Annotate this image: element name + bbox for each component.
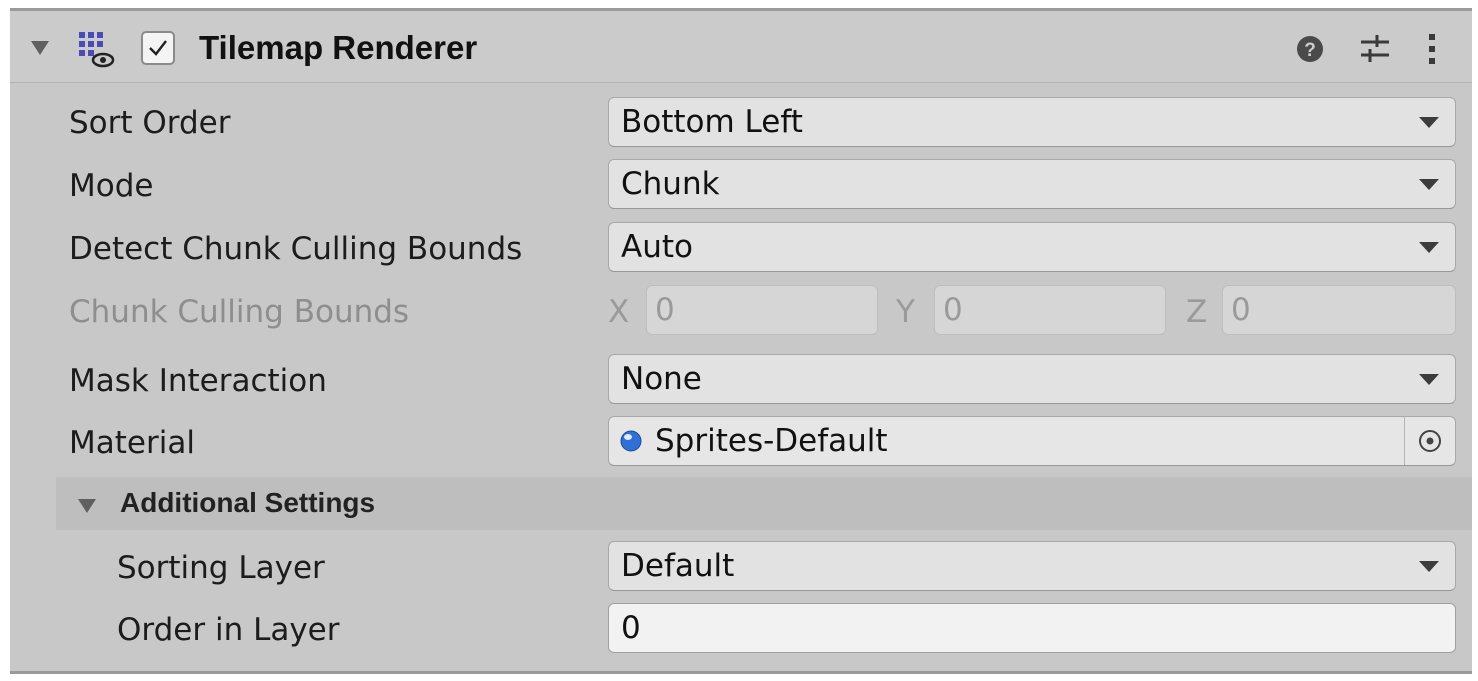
chunk-culling-x-label: X [608, 294, 630, 330]
sorting-layer-label: Sorting Layer [117, 550, 325, 586]
mask-interaction-label: Mask Interaction [69, 363, 327, 399]
order-in-layer-field[interactable]: 0 [608, 603, 1456, 653]
component-title: Tilemap Renderer [199, 29, 478, 66]
help-icon[interactable]: ? [1290, 29, 1330, 69]
component-header[interactable]: Tilemap Renderer ? [10, 11, 1472, 83]
more-icon[interactable] [1412, 29, 1452, 69]
material-object-field[interactable]: Sprites-Default [608, 416, 1456, 466]
material-label: Material [69, 425, 195, 461]
chunk-culling-x-value: 0 [655, 292, 675, 328]
order-in-layer-value: 0 [621, 610, 641, 646]
mask-interaction-value: None [621, 361, 702, 397]
dropdown-arrow-icon [1419, 117, 1439, 128]
detect-chunk-culling-bounds-value: Auto [621, 229, 693, 265]
chunk-culling-z-value: 0 [1231, 292, 1251, 328]
chunk-culling-z-label: Z [1186, 294, 1208, 330]
dropdown-arrow-icon [1419, 561, 1439, 572]
tilemap-renderer-icon [79, 32, 115, 68]
component-enabled-checkbox[interactable] [141, 31, 175, 65]
detect-chunk-culling-bounds-dropdown[interactable]: Auto [608, 222, 1456, 272]
order-in-layer-label: Order in Layer [117, 612, 340, 648]
svg-text:?: ? [1304, 40, 1316, 61]
mask-interaction-dropdown[interactable]: None [608, 354, 1456, 404]
sorting-layer-dropdown[interactable]: Default [608, 541, 1456, 591]
additional-settings-foldout[interactable]: Additional Settings [56, 477, 1472, 530]
foldout-arrow-icon[interactable] [78, 499, 96, 513]
object-picker-button[interactable] [1404, 417, 1455, 465]
chunk-culling-y-label: Y [896, 294, 915, 330]
chunk-culling-y-field: 0 [934, 285, 1166, 335]
chunk-culling-z-field: 0 [1222, 285, 1456, 335]
mode-dropdown[interactable]: Chunk [608, 159, 1456, 209]
dropdown-arrow-icon [1419, 179, 1439, 190]
object-picker-icon [1419, 430, 1441, 452]
sort-order-label: Sort Order [69, 105, 231, 141]
checkmark-icon [149, 40, 167, 56]
presets-icon[interactable] [1355, 29, 1395, 69]
mode-label: Mode [69, 168, 154, 204]
inspector-component-panel: Tilemap Renderer ? Sort Order Bottom Lef… [10, 8, 1472, 674]
chunk-culling-x-field: 0 [646, 285, 878, 335]
chunk-culling-y-value: 0 [943, 292, 963, 328]
sort-order-value: Bottom Left [621, 104, 803, 140]
foldout-arrow-icon[interactable] [31, 41, 49, 55]
dropdown-arrow-icon [1419, 374, 1439, 385]
material-sphere-icon [620, 430, 642, 452]
material-value: Sprites-Default [655, 423, 888, 459]
chunk-culling-bounds-label: Chunk Culling Bounds [69, 294, 410, 330]
detect-chunk-culling-bounds-label: Detect Chunk Culling Bounds [69, 231, 523, 267]
dropdown-arrow-icon [1419, 242, 1439, 253]
additional-settings-title: Additional Settings [120, 487, 376, 518]
mode-value: Chunk [621, 166, 720, 202]
sort-order-dropdown[interactable]: Bottom Left [608, 97, 1456, 147]
sorting-layer-value: Default [621, 548, 735, 584]
